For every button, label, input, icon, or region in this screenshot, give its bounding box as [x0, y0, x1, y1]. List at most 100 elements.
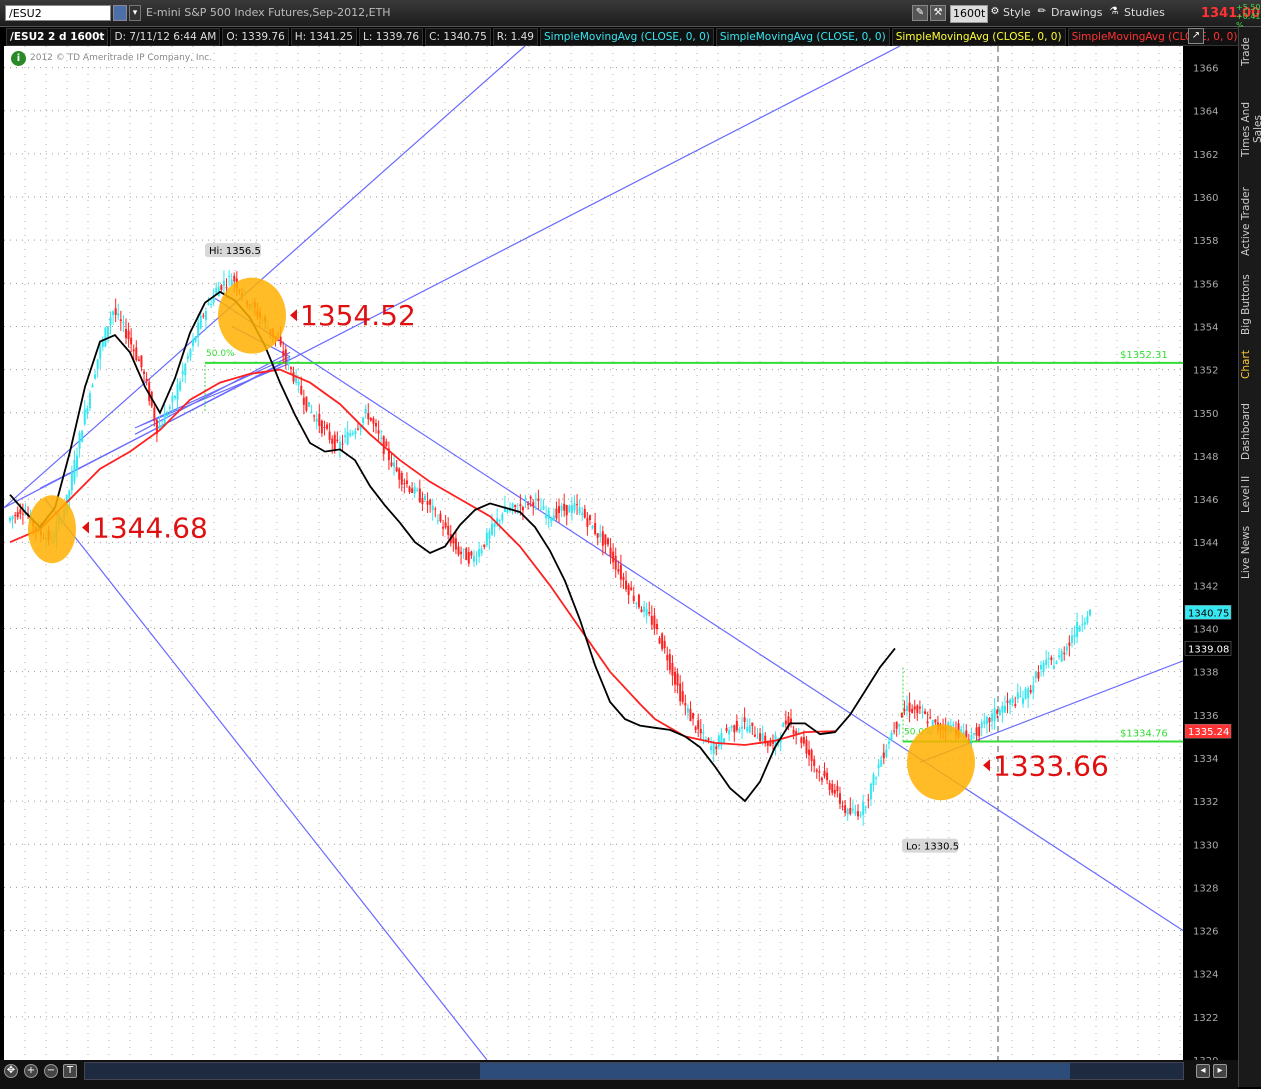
candle-body	[730, 725, 733, 728]
candle-body	[346, 431, 349, 445]
candle-body	[983, 720, 986, 724]
candle-body	[220, 285, 223, 290]
zoom-out-icon[interactable]: −	[44, 1064, 58, 1078]
info-field-10[interactable]: SimpleMovingAvg (CLOSE, 0, 0)	[1067, 28, 1242, 46]
wrench-icon[interactable]: ⚒	[930, 5, 946, 21]
candle-body	[431, 505, 434, 511]
candle-body	[478, 549, 481, 557]
candle-body	[112, 311, 115, 316]
side-tab-chart[interactable]: Chart	[1240, 342, 1260, 387]
drawings-button[interactable]: Drawings	[1051, 5, 1102, 21]
candle-body	[519, 504, 522, 507]
candle-body	[913, 706, 916, 710]
candle-body	[689, 708, 692, 722]
candle-body	[86, 408, 89, 414]
candle-body	[398, 468, 401, 480]
drawing-tool-icon[interactable]: ✎	[912, 5, 928, 21]
fib-percent-label: 50.0%	[206, 349, 235, 359]
candle-body	[895, 721, 898, 729]
candle-body	[349, 433, 352, 436]
side-tab-trade[interactable]: Trade	[1240, 32, 1260, 72]
candle-body	[426, 501, 429, 505]
candle-body	[76, 455, 79, 470]
candle-body	[109, 317, 112, 325]
candle-body	[826, 772, 829, 781]
info-field-6: R: 1.49	[492, 28, 538, 46]
side-tab-level-ii[interactable]: Level II	[1240, 472, 1260, 517]
gear-icon[interactable]: ⚙	[987, 5, 1003, 21]
text-tool-icon[interactable]: T	[63, 1064, 77, 1078]
candle-body	[625, 580, 628, 590]
candle-body	[14, 515, 17, 517]
candle-body	[207, 302, 210, 306]
aggregation-button[interactable]: 1600t	[950, 5, 989, 23]
symbol-menu-icon[interactable]: ▾	[129, 5, 141, 21]
candle-body	[885, 749, 888, 757]
side-tab-dashboard[interactable]: Dashboard	[1240, 397, 1260, 467]
candle-body	[661, 633, 664, 650]
candle-body	[225, 287, 228, 289]
flask-icon[interactable]: ⚗	[1106, 5, 1122, 21]
info-field-8[interactable]: SimpleMovingAvg (CLOSE, 0, 0)	[715, 28, 890, 46]
side-tab-live-news[interactable]: Live News	[1240, 522, 1260, 582]
info-field-7[interactable]: SimpleMovingAvg (CLOSE, 0, 0)	[540, 28, 714, 46]
candle-body	[733, 725, 736, 733]
candle-body	[934, 719, 937, 723]
candle-body	[918, 706, 921, 709]
candle-body	[586, 518, 589, 527]
candle-body	[998, 709, 1001, 716]
symbol-input[interactable]: /ESU2	[5, 5, 111, 21]
candle-body	[746, 727, 749, 732]
candle-body	[1019, 695, 1022, 697]
side-tab-times-and-sales[interactable]: Times And Sales	[1240, 87, 1261, 172]
pan-icon[interactable]: ✥	[4, 1064, 18, 1078]
candle-body	[1068, 642, 1071, 646]
candle-body	[491, 523, 494, 535]
y-tick-label: 1336	[1193, 711, 1218, 722]
scrollbar-thumb[interactable]	[480, 1063, 1070, 1079]
candle-body	[501, 514, 504, 521]
candle-body	[630, 587, 633, 591]
candle-body	[1083, 622, 1086, 625]
candle-body	[91, 384, 94, 388]
y-tick-label: 1350	[1193, 409, 1218, 420]
info-icon[interactable]: i	[11, 51, 26, 66]
candle-body	[114, 308, 117, 315]
candle-body	[1073, 634, 1076, 638]
scroll-right-icon[interactable]: ▸	[1213, 1064, 1227, 1078]
candle-body	[323, 427, 326, 429]
candle-body	[970, 735, 973, 740]
studies-button[interactable]: Studies	[1124, 5, 1165, 21]
candle-body	[991, 713, 994, 722]
candle-body	[166, 414, 169, 417]
candle-body	[539, 508, 542, 510]
candle-body	[318, 413, 321, 426]
zoom-in-icon[interactable]: +	[24, 1064, 38, 1078]
y-tick-label: 1332	[1193, 797, 1218, 808]
scroll-left-icon[interactable]: ◂	[1196, 1064, 1210, 1078]
side-tab-big-buttons[interactable]: Big Buttons	[1240, 272, 1260, 337]
price-chart[interactable]: 1320132213241326132813301332133413361338…	[0, 46, 1238, 1080]
chart-settings-icon[interactable]: ↗	[1188, 28, 1204, 44]
candle-body	[310, 411, 313, 413]
candle-body	[583, 508, 586, 518]
candle-body	[808, 749, 811, 756]
info-field-9[interactable]: SimpleMovingAvg (CLOSE, 0, 0)	[891, 28, 1066, 46]
candle-body	[833, 789, 836, 794]
candle-body	[127, 330, 130, 340]
candle-body	[375, 422, 378, 427]
candle-body	[751, 722, 754, 726]
candle-body	[975, 727, 978, 736]
candle-body	[1045, 659, 1048, 665]
candle-body	[470, 551, 473, 556]
side-tab-active-trader[interactable]: Active Trader	[1240, 177, 1260, 267]
info-field-1: D: 7/11/12 6:44 AM	[110, 28, 221, 46]
candle-body	[823, 770, 826, 777]
style-button[interactable]: Style	[1003, 5, 1031, 21]
candle-body	[362, 417, 365, 423]
candle-body	[524, 498, 527, 500]
symbol-dropdown-button[interactable]	[113, 5, 127, 21]
candle-body	[838, 793, 841, 804]
info-field-0[interactable]: /ESU2 2 d 1600t	[6, 28, 109, 46]
pencil-icon[interactable]: ✏	[1034, 5, 1050, 21]
